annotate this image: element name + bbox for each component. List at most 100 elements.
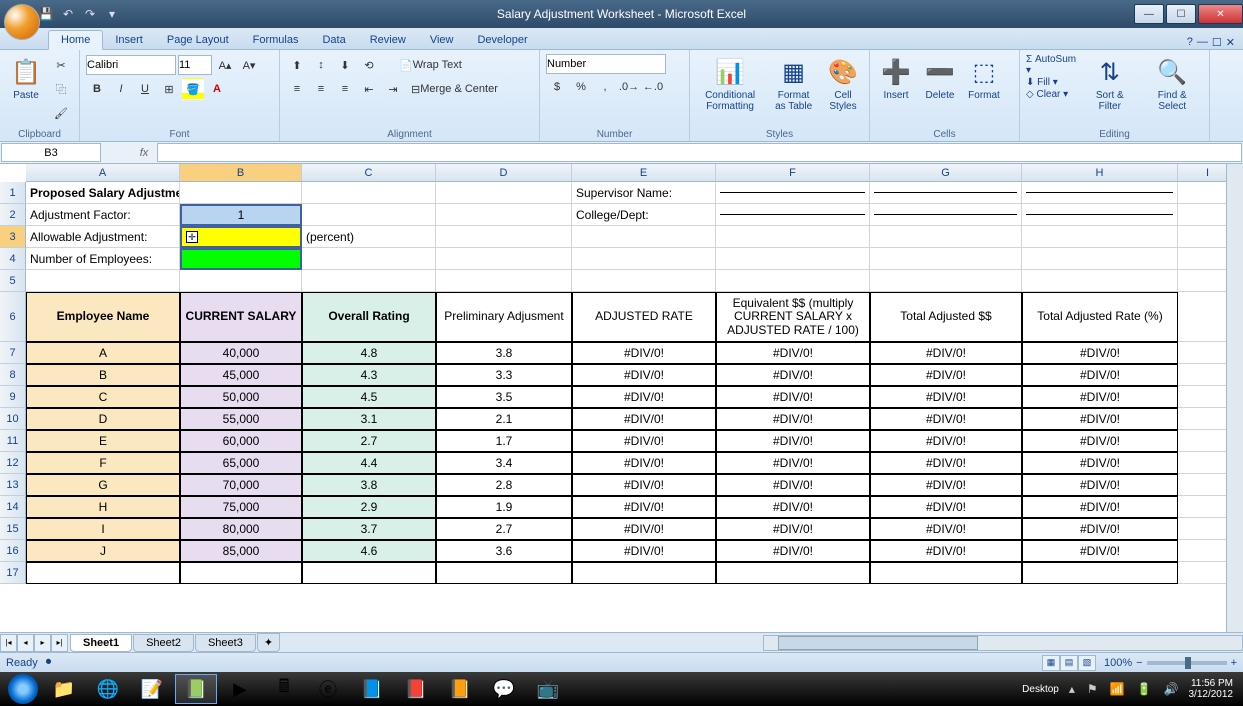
cell-equiv-2[interactable]: #DIV/0! — [716, 386, 870, 408]
cell-prelim-6[interactable]: 2.8 — [436, 474, 572, 496]
cell-prelim-9[interactable]: 3.6 — [436, 540, 572, 562]
cell-rating-8[interactable]: 3.7 — [302, 518, 436, 540]
header-total-rate[interactable]: Total Adjusted Rate (%) — [1022, 292, 1178, 342]
autosum-button[interactable]: Σ AutoSum ▾ — [1026, 54, 1078, 76]
sheet-tab-1[interactable]: Sheet1 — [70, 634, 132, 652]
cell-prelim-4[interactable]: 1.7 — [436, 430, 572, 452]
cell-rating-3[interactable]: 3.1 — [302, 408, 436, 430]
cell-salary-5[interactable]: 65,000 — [180, 452, 302, 474]
tab-developer[interactable]: Developer — [465, 31, 539, 49]
taskbar-app-icon[interactable]: 📺 — [527, 674, 569, 704]
cell-C5[interactable] — [302, 270, 436, 292]
taskbar-word-icon[interactable]: 📘 — [351, 674, 393, 704]
undo-icon[interactable]: ↶ — [60, 6, 76, 22]
cell-G4[interactable] — [870, 248, 1022, 270]
cell-totalrate-0[interactable]: #DIV/0! — [1022, 342, 1178, 364]
taskbar-explorer-icon[interactable]: 📁 — [43, 674, 85, 704]
row-header-1[interactable]: 1 — [0, 182, 26, 204]
vertical-scrollbar[interactable] — [1226, 164, 1243, 632]
cell-B5[interactable] — [180, 270, 302, 292]
taskbar-skype-icon[interactable]: 💬 — [483, 674, 525, 704]
cell-E3[interactable] — [572, 226, 716, 248]
cell-totalrate-8[interactable]: #DIV/0! — [1022, 518, 1178, 540]
cell-equiv-8[interactable]: #DIV/0! — [716, 518, 870, 540]
tab-view[interactable]: View — [418, 31, 466, 49]
cell-E5[interactable] — [572, 270, 716, 292]
header-adjusted-rate[interactable]: ADJUSTED RATE — [572, 292, 716, 342]
cell-G17[interactable] — [870, 562, 1022, 584]
cell-G2[interactable] — [870, 204, 1022, 226]
cell-D17[interactable] — [436, 562, 572, 584]
cell-rating-9[interactable]: 4.6 — [302, 540, 436, 562]
new-sheet-button[interactable]: ✦ — [257, 633, 280, 652]
cell-equiv-7[interactable]: #DIV/0! — [716, 496, 870, 518]
fill-button[interactable]: ⬇ Fill ▾ — [1026, 77, 1078, 88]
align-middle-icon[interactable]: ↕ — [310, 54, 332, 76]
cell-C4[interactable] — [302, 248, 436, 270]
zoom-slider[interactable] — [1147, 661, 1227, 665]
cell-salary-4[interactable]: 60,000 — [180, 430, 302, 452]
cell-equiv-6[interactable]: #DIV/0! — [716, 474, 870, 496]
row-header-10[interactable]: 10 — [0, 408, 26, 430]
tab-home[interactable]: Home — [48, 30, 103, 50]
redo-icon[interactable]: ↷ — [82, 6, 98, 22]
cell-equiv-0[interactable]: #DIV/0! — [716, 342, 870, 364]
cell-percent-label[interactable]: (percent) — [302, 226, 436, 248]
close-button[interactable]: ✕ — [1198, 4, 1243, 24]
row-header-15[interactable]: 15 — [0, 518, 26, 540]
cell-C1[interactable] — [302, 182, 436, 204]
cell-prelim-2[interactable]: 3.5 — [436, 386, 572, 408]
shrink-font-icon[interactable]: A▾ — [238, 54, 260, 76]
cell-emp-name-7[interactable]: H — [26, 496, 180, 518]
cell-F3[interactable] — [716, 226, 870, 248]
taskbar-media-icon[interactable]: ▶ — [219, 674, 261, 704]
cell-D1[interactable] — [436, 182, 572, 204]
cell-H3[interactable] — [1022, 226, 1178, 248]
sheet-nav-last[interactable]: ▸| — [51, 634, 68, 652]
cell-prelim-7[interactable]: 1.9 — [436, 496, 572, 518]
cell-D3[interactable] — [436, 226, 572, 248]
horizontal-scrollbar[interactable] — [763, 635, 1243, 651]
cell-allowable-adj-value[interactable]: ✛ — [180, 226, 302, 248]
tray-up-icon[interactable]: ▴ — [1067, 682, 1077, 696]
page-layout-view-button[interactable]: ▤ — [1060, 655, 1078, 671]
cell-prelim-1[interactable]: 3.3 — [436, 364, 572, 386]
align-left-icon[interactable]: ≡ — [286, 78, 308, 100]
cell-salary-2[interactable]: 50,000 — [180, 386, 302, 408]
cell-G1[interactable] — [870, 182, 1022, 204]
cell-totalrate-3[interactable]: #DIV/0! — [1022, 408, 1178, 430]
clear-button[interactable]: ◇ Clear ▾ — [1026, 89, 1078, 100]
orientation-icon[interactable]: ⟲ — [358, 54, 380, 76]
cell-totaladj-5[interactable]: #DIV/0! — [870, 452, 1022, 474]
cell-rating-1[interactable]: 4.3 — [302, 364, 436, 386]
font-color-button[interactable]: A — [206, 78, 228, 100]
cell-equiv-4[interactable]: #DIV/0! — [716, 430, 870, 452]
increase-indent-icon[interactable]: ⇥ — [382, 78, 404, 100]
maximize-button[interactable]: ☐ — [1166, 4, 1196, 24]
header-equivalent[interactable]: Equivalent $$ (multiply CURRENT SALARY x… — [716, 292, 870, 342]
cell-num-emp-value[interactable] — [180, 248, 302, 270]
cell-emp-name-1[interactable]: B — [26, 364, 180, 386]
cell-rating-0[interactable]: 4.8 — [302, 342, 436, 364]
cell-styles-button[interactable]: 🎨Cell Styles — [823, 54, 863, 114]
tray-network-icon[interactable]: 📶 — [1108, 682, 1127, 696]
cell-adjrate-1[interactable]: #DIV/0! — [572, 364, 716, 386]
row-header-4[interactable]: 4 — [0, 248, 26, 270]
header-total-adj[interactable]: Total Adjusted $$ — [870, 292, 1022, 342]
align-right-icon[interactable]: ≡ — [334, 78, 356, 100]
cell-num-emp-label[interactable]: Number of Employees: — [26, 248, 180, 270]
delete-cells-button[interactable]: ➖Delete — [920, 54, 960, 103]
zoom-in-button[interactable]: + — [1231, 657, 1237, 669]
cell-totaladj-9[interactable]: #DIV/0! — [870, 540, 1022, 562]
header-employee-name[interactable]: Employee Name — [26, 292, 180, 342]
header-current-salary[interactable]: CURRENT SALARY — [180, 292, 302, 342]
cell-totaladj-6[interactable]: #DIV/0! — [870, 474, 1022, 496]
row-header-11[interactable]: 11 — [0, 430, 26, 452]
merge-center-button[interactable]: ⊟ Merge & Center — [406, 78, 503, 100]
ribbon-minimize-icon[interactable]: — — [1197, 36, 1208, 49]
cell-D2[interactable] — [436, 204, 572, 226]
cell-adjrate-9[interactable]: #DIV/0! — [572, 540, 716, 562]
border-button[interactable]: ⊞ — [158, 78, 180, 100]
decrease-decimal-icon[interactable]: ←.0 — [642, 76, 664, 98]
cell-E17[interactable] — [572, 562, 716, 584]
